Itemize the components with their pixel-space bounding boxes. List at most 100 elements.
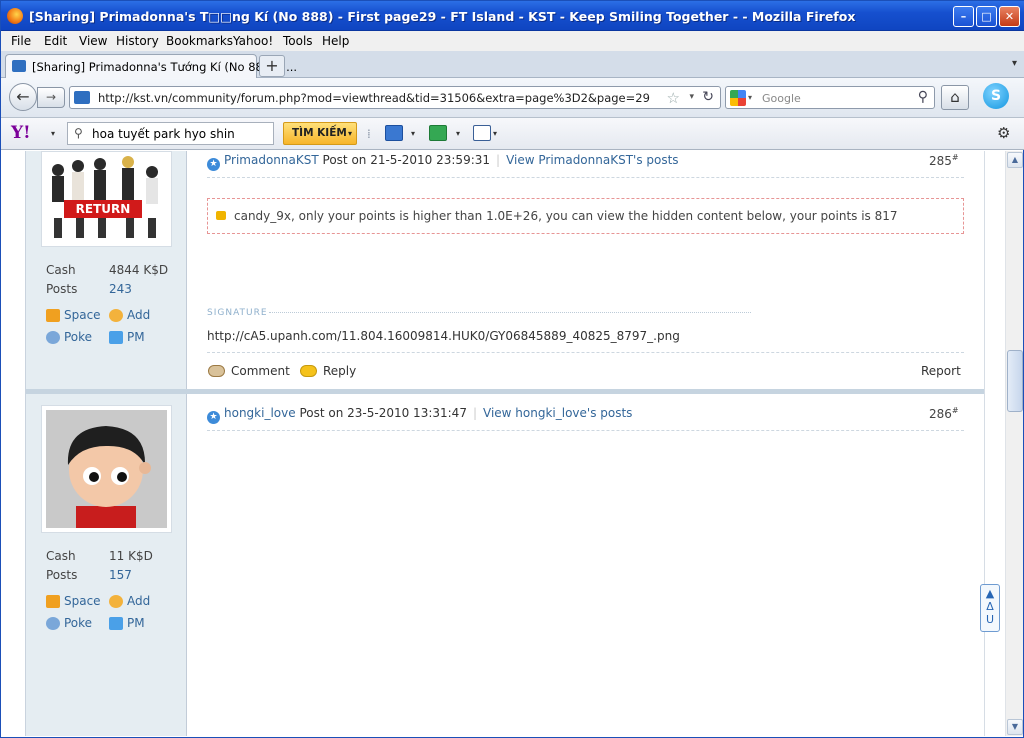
yahoo-search-input[interactable]: ⚲ hoa tuyết park hyo shin xyxy=(67,122,274,145)
floor-number[interactable]: 285# xyxy=(929,153,959,168)
gear-icon[interactable]: ⚙ xyxy=(997,124,1010,142)
url-history-dropdown-icon[interactable]: ▾ xyxy=(689,92,694,102)
scroll-up-button[interactable]: ▲ xyxy=(1007,152,1023,168)
apps-dropdown-icon[interactable]: ▾ xyxy=(456,129,460,138)
poke-link[interactable]: Poke xyxy=(46,616,92,630)
engine-dropdown-icon[interactable]: ▾ xyxy=(748,93,752,102)
comment-button[interactable]: Comment xyxy=(208,364,290,378)
clipboard-dropdown-icon[interactable]: ▾ xyxy=(493,129,497,138)
back-button[interactable]: ← xyxy=(9,83,37,111)
mail-dropdown-icon[interactable]: ▾ xyxy=(411,129,415,138)
tab-forum-thread[interactable]: [Sharing] Primadonna's Tướng Kí (No 888)… xyxy=(5,54,297,78)
google-engine-icon[interactable] xyxy=(730,90,746,106)
reply-button[interactable]: Reply xyxy=(300,364,356,378)
yahoo-search-value[interactable]: hoa tuyết park hyo shin xyxy=(92,127,235,141)
menu-history[interactable]: History xyxy=(116,34,159,48)
avatar[interactable]: RETURN xyxy=(41,151,172,247)
menu-help[interactable]: Help xyxy=(322,34,349,48)
menu-tools[interactable]: Tools xyxy=(283,34,313,48)
post-header: ★ hongki_love Post on 23-5-2010 13:31:47 |… xyxy=(207,406,632,424)
comment-label: Comment xyxy=(231,364,290,378)
search-box[interactable]: ▾ Google ⚲ xyxy=(725,86,935,109)
yahoo-search-button[interactable]: TÌM KIẾM ▾ xyxy=(283,122,357,145)
space-link[interactable]: Space xyxy=(46,308,101,322)
search-placeholder[interactable]: Google xyxy=(762,92,801,105)
yahoo-search-button-label: TÌM KIẾM xyxy=(292,127,347,139)
author-link[interactable]: hongki_love xyxy=(224,406,296,420)
lock-icon xyxy=(216,211,226,220)
reply-label: Reply xyxy=(323,364,357,378)
apps-icon[interactable] xyxy=(429,125,447,141)
scroll-down-button[interactable]: ▼ xyxy=(1007,719,1023,735)
space-label: Space xyxy=(64,308,101,322)
yahoo-menu-dropdown-icon[interactable]: ▾ xyxy=(51,129,55,138)
reload-icon[interactable]: ↻ xyxy=(702,89,714,105)
search-options-dropdown-icon[interactable]: ▾ xyxy=(348,123,352,144)
header-separator: | xyxy=(472,406,477,420)
post-separator xyxy=(26,389,984,394)
avatar-group-photo: RETURN xyxy=(46,156,167,242)
hidden-content-notice: candy_9x, only your points is higher tha… xyxy=(207,198,964,234)
skype-icon[interactable]: S xyxy=(983,83,1009,109)
add-friend-link[interactable]: Add xyxy=(109,308,150,322)
pm-link[interactable]: PM xyxy=(109,330,145,344)
menu-edit[interactable]: Edit xyxy=(44,34,67,48)
posts-count-link[interactable]: 157 xyxy=(109,568,132,582)
home-button[interactable]: ⌂ xyxy=(941,85,969,110)
menu-bookmarks[interactable]: Bookmarks xyxy=(166,34,233,48)
cash-label: Cash xyxy=(46,549,76,563)
address-bar[interactable]: http://kst.vn/community/forum.php?mod=vi… xyxy=(69,86,721,109)
avatar[interactable] xyxy=(41,405,172,533)
site-identity-icon[interactable] xyxy=(74,91,90,104)
online-star-icon: ★ xyxy=(207,158,220,171)
maximize-button[interactable]: □ xyxy=(976,6,997,27)
author-link[interactable]: PrimadonnaKST xyxy=(224,153,319,167)
bookmark-star-icon[interactable]: ☆ xyxy=(667,89,680,107)
list-all-tabs-icon[interactable]: ▾ xyxy=(1012,58,1017,69)
menu-view[interactable]: View xyxy=(79,34,107,48)
scroll-to-top-button[interactable]: ▲ Δ U xyxy=(980,584,1000,632)
close-button[interactable]: ✕ xyxy=(999,6,1020,27)
mail-icon[interactable] xyxy=(385,125,403,141)
posts-label: Posts xyxy=(46,568,78,582)
forward-button[interactable]: → xyxy=(37,87,65,108)
add-friend-link[interactable]: Add xyxy=(109,594,150,608)
cash-label: Cash xyxy=(46,263,76,277)
right-gutter xyxy=(984,151,1005,736)
hidden-notice-text: candy_9x, only your points is higher tha… xyxy=(234,209,898,223)
space-link[interactable]: Space xyxy=(46,594,101,608)
view-author-posts-link[interactable]: View hongki_love's posts xyxy=(483,406,632,420)
post-date: Post on 23-5-2010 13:31:47 xyxy=(299,406,467,420)
view-author-posts-link[interactable]: View PrimadonnaKST's posts xyxy=(506,153,679,167)
posts-count-link[interactable]: 243 xyxy=(109,282,132,296)
poke-icon xyxy=(46,617,60,630)
avatar-caption: RETURN xyxy=(76,202,131,216)
vertical-scrollbar[interactable]: ▲ ▼ xyxy=(1005,151,1023,736)
add-label: Add xyxy=(127,308,151,322)
title-bar[interactable]: [Sharing] Primadonna's T□□ng Kí (No 888)… xyxy=(1,1,1024,31)
scrollbar-thumb[interactable] xyxy=(1007,350,1023,412)
new-tab-button[interactable]: + xyxy=(259,55,285,77)
report-link[interactable]: Report xyxy=(921,364,961,378)
home-icon xyxy=(46,595,60,608)
menu-yahoo[interactable]: Yahoo! xyxy=(233,34,273,48)
actions-divider xyxy=(207,352,964,353)
signature-label: SIGNATURE xyxy=(207,308,268,318)
add-label: Add xyxy=(127,594,151,608)
pm-label: PM xyxy=(127,330,145,344)
left-gutter xyxy=(1,151,26,736)
url-text[interactable]: http://kst.vn/community/forum.php?mod=vi… xyxy=(98,91,650,105)
space-label: Space xyxy=(64,594,101,608)
floor-number[interactable]: 286# xyxy=(929,406,959,421)
search-icon[interactable]: ⚲ xyxy=(918,89,928,105)
minimize-button[interactable]: – xyxy=(953,6,974,27)
poke-link[interactable]: Poke xyxy=(46,330,92,344)
clipboard-icon[interactable] xyxy=(473,125,491,141)
cash-value: 4844 K$D xyxy=(109,263,169,277)
coffee-cup-icon xyxy=(208,365,225,377)
header-divider xyxy=(207,177,964,178)
cash-value: 11 K$D xyxy=(109,549,153,563)
yahoo-logo[interactable]: Y! xyxy=(11,123,31,143)
pm-link[interactable]: PM xyxy=(109,616,145,630)
menu-file[interactable]: File xyxy=(11,34,31,48)
